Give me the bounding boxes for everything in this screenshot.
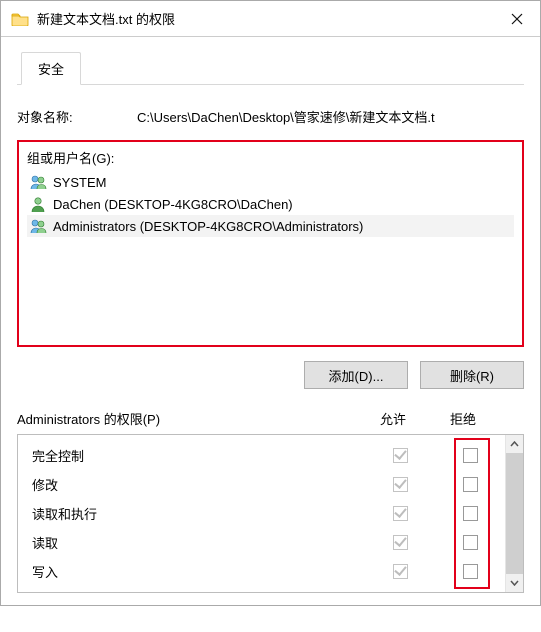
permissions-col-allow: 允许 — [358, 409, 428, 428]
permission-name: 修改 — [32, 475, 365, 494]
permission-name: 完全控制 — [32, 446, 365, 465]
group-user-label: 组或用户名(G): — [27, 148, 514, 167]
permission-allow-checkbox[interactable] — [393, 506, 408, 521]
group-user-name: Administrators (DESKTOP-4KG8CRO\Administ… — [53, 219, 363, 234]
permission-deny-cell — [435, 535, 505, 550]
permissions-col-deny: 拒绝 — [428, 409, 498, 428]
permission-allow-cell — [365, 477, 435, 492]
object-name-label: 对象名称: — [17, 107, 137, 126]
folder-icon — [11, 12, 29, 26]
permission-allow-checkbox[interactable] — [393, 448, 408, 463]
close-button[interactable] — [494, 1, 540, 37]
group-icon — [29, 217, 47, 235]
permission-row: 修改 — [18, 470, 505, 499]
permission-allow-cell — [365, 535, 435, 550]
group-icon — [29, 173, 47, 191]
scroll-down-button[interactable] — [506, 574, 523, 592]
group-user-row[interactable]: DaChen (DESKTOP-4KG8CRO\DaChen) — [27, 193, 514, 215]
titlebar: 新建文本文档.txt 的权限 — [1, 1, 540, 37]
permission-allow-cell — [365, 564, 435, 579]
permission-name: 写入 — [32, 562, 365, 581]
add-button[interactable]: 添加(D)... — [304, 361, 408, 389]
permission-allow-checkbox[interactable] — [393, 564, 408, 579]
permission-deny-checkbox[interactable] — [463, 535, 478, 550]
permission-deny-checkbox[interactable] — [463, 506, 478, 521]
group-user-row[interactable]: Administrators (DESKTOP-4KG8CRO\Administ… — [27, 215, 514, 237]
permission-name: 读取和执行 — [32, 504, 365, 523]
add-remove-button-row: 添加(D)... 删除(R) — [17, 361, 524, 389]
client-area: 安全 对象名称: C:\Users\DaChen\Desktop\管家速修\新建… — [1, 37, 540, 605]
user-icon — [29, 195, 47, 213]
object-name-row: 对象名称: C:\Users\DaChen\Desktop\管家速修\新建文本文… — [17, 107, 524, 126]
tab-strip: 安全 — [17, 51, 524, 85]
permission-name: 读取 — [32, 533, 365, 552]
group-user-name: SYSTEM — [53, 175, 106, 190]
permission-deny-cell — [435, 506, 505, 521]
permissions-dialog: 新建文本文档.txt 的权限 安全 对象名称: C:\Users\DaChen\… — [0, 0, 541, 606]
permission-allow-cell — [365, 448, 435, 463]
group-user-row[interactable]: SYSTEM — [27, 171, 514, 193]
window-title: 新建文本文档.txt 的权限 — [37, 9, 494, 28]
permission-row: 完全控制 — [18, 441, 505, 470]
permission-row: 读取和执行 — [18, 499, 505, 528]
permissions-header-label: Administrators 的权限(P) — [17, 409, 358, 428]
object-name-path: C:\Users\DaChen\Desktop\管家速修\新建文本文档.t — [137, 107, 524, 126]
permission-allow-checkbox[interactable] — [393, 477, 408, 492]
group-user-name: DaChen (DESKTOP-4KG8CRO\DaChen) — [53, 197, 293, 212]
permissions-header: Administrators 的权限(P) 允许 拒绝 — [17, 409, 524, 428]
permissions-list: 完全控制修改读取和执行读取写入 — [17, 434, 524, 593]
permission-allow-checkbox[interactable] — [393, 535, 408, 550]
permission-deny-cell — [435, 448, 505, 463]
permission-deny-cell — [435, 564, 505, 579]
group-user-section: 组或用户名(G): SYSTEM DaChen (DESKTOP-4KG8CRO\… — [17, 140, 524, 347]
permission-deny-checkbox[interactable] — [463, 477, 478, 492]
scroll-thumb[interactable] — [506, 453, 523, 574]
permission-deny-checkbox[interactable] — [463, 564, 478, 579]
remove-button[interactable]: 删除(R) — [420, 361, 524, 389]
permission-deny-checkbox[interactable] — [463, 448, 478, 463]
permission-allow-cell — [365, 506, 435, 521]
permission-row: 读取 — [18, 528, 505, 557]
permission-deny-cell — [435, 477, 505, 492]
scroll-up-button[interactable] — [506, 435, 523, 453]
permissions-scrollbar[interactable] — [505, 435, 523, 592]
tab-security[interactable]: 安全 — [21, 52, 81, 85]
permission-row: 写入 — [18, 557, 505, 586]
group-user-list[interactable]: SYSTEM DaChen (DESKTOP-4KG8CRO\DaChen) Adm… — [27, 171, 514, 341]
